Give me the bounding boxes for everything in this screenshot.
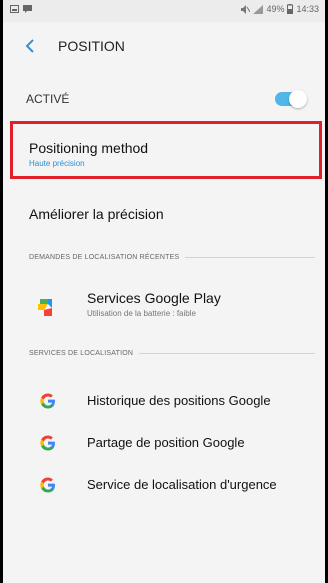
app-bar: POSITION xyxy=(3,22,325,70)
mute-icon xyxy=(241,4,251,14)
google-play-services-icon xyxy=(38,299,52,316)
message-notification-icon xyxy=(23,5,32,13)
service-label: Historique des positions Google xyxy=(87,393,271,408)
app-battery-usage: Utilisation de la batterie : faible xyxy=(87,309,196,318)
status-bar: 49% 14:33 xyxy=(3,0,325,22)
improve-accuracy-item[interactable]: Améliorer la précision xyxy=(29,206,164,222)
positioning-method-value: Haute précision xyxy=(29,159,85,168)
google-g-icon xyxy=(40,477,55,493)
clock: 14:33 xyxy=(296,4,319,14)
battery-percent: 49% xyxy=(266,4,285,14)
back-arrow-icon[interactable] xyxy=(21,36,41,56)
system-icons: 49% 14:33 xyxy=(241,4,319,14)
recent-requests-header-label: DEMANDES DE LOCALISATION RÉCENTES xyxy=(29,254,180,261)
divider xyxy=(139,353,315,354)
positioning-method-label: Positioning method xyxy=(29,140,149,156)
page-title: POSITION xyxy=(58,38,125,54)
recent-requests-header: DEMANDES DE LOCALISATION RÉCENTES xyxy=(29,254,315,261)
master-toggle-label: ACTIVÉ xyxy=(26,92,70,106)
battery-icon xyxy=(287,4,294,14)
divider xyxy=(185,257,315,258)
switch-knob xyxy=(289,90,307,108)
location-toggle-switch[interactable] xyxy=(275,90,307,108)
location-service-item[interactable]: Historique des positions Google xyxy=(3,384,325,422)
notification-icons xyxy=(10,5,32,13)
location-services-header-label: SERVICES DE LOCALISATION xyxy=(29,350,134,357)
location-service-item[interactable]: Partage de position Google xyxy=(3,426,325,464)
google-g-icon xyxy=(40,393,55,409)
service-label: Partage de position Google xyxy=(87,435,245,450)
location-services-header: SERVICES DE LOCALISATION xyxy=(29,350,315,357)
google-g-icon xyxy=(40,435,55,451)
phone-screen: 49% 14:33 POSITION ACTIVÉ Positioning me… xyxy=(3,0,325,583)
service-label: Service de localisation d'urgence xyxy=(87,477,277,492)
location-service-item[interactable]: Service de localisation d'urgence xyxy=(3,468,325,506)
app-name: Services Google Play xyxy=(87,290,221,306)
gallery-notification-icon xyxy=(10,5,19,13)
signal-icon xyxy=(253,4,264,14)
